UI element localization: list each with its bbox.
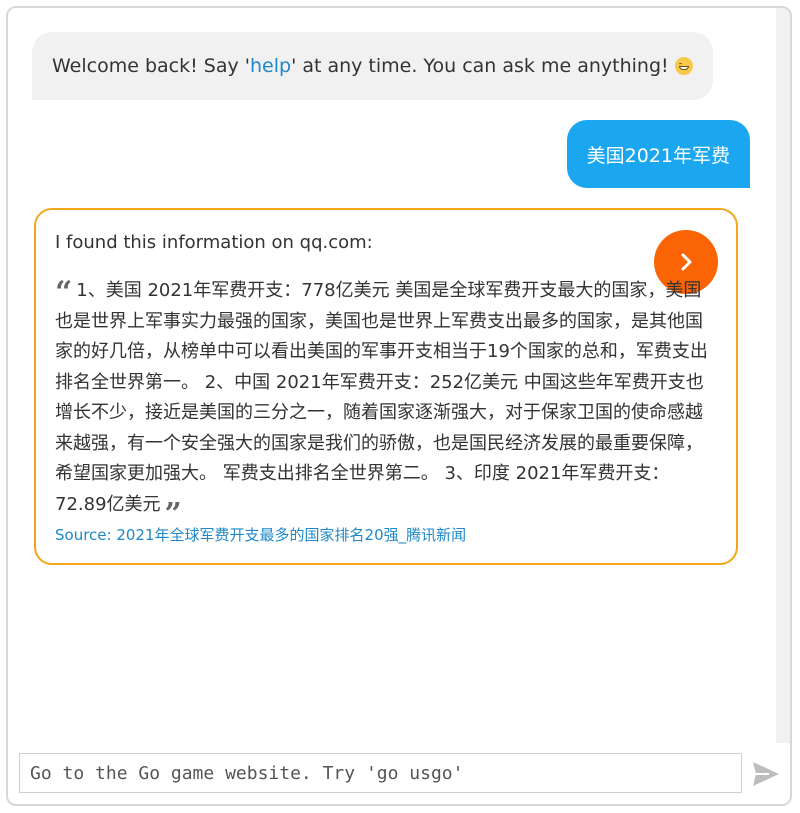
chat-window: Welcome back! Say ' help ' at any time. Yo… xyxy=(6,6,792,806)
paper-plane-icon[interactable] xyxy=(752,761,780,787)
input-area xyxy=(8,743,790,804)
chevron-right-icon xyxy=(681,253,692,271)
answer-card: I found this information on qq.com: “1、美… xyxy=(34,208,738,565)
answer-quote-text: 1、美国 2021年军费开支：778亿美元 美国是全球军费开支最大的国家，美国也… xyxy=(55,280,708,515)
open-quote-icon: “ xyxy=(55,275,73,310)
welcome-text-start: Welcome back! Say ' xyxy=(52,55,250,77)
bot-welcome-message: Welcome back! Say ' help ' at any time. Yo… xyxy=(32,32,713,100)
user-message: 美国2021年军费 xyxy=(566,120,750,188)
scrollbar[interactable] xyxy=(776,8,790,743)
grinning-face-icon xyxy=(674,57,693,75)
source-prefix: Source: xyxy=(55,526,117,544)
source-line: Source: 2021年全球军费开支最多的国家排名20强_腾讯新闻 xyxy=(55,524,466,545)
welcome-text-end: ' at any time. You can ask me anything! xyxy=(291,55,669,77)
source-link[interactable]: 2021年全球军费开支最多的国家排名20强_腾讯新闻 xyxy=(116,526,466,544)
answer-intro: I found this information on qq.com: xyxy=(55,232,373,253)
answer-quote: “1、美国 2021年军费开支：778亿美元 美国是全球军费开支最大的国家，美国… xyxy=(55,275,715,530)
help-keyword: help xyxy=(249,55,292,77)
message-list[interactable]: Welcome back! Say ' help ' at any time. Yo… xyxy=(8,8,778,743)
message-input[interactable] xyxy=(19,753,742,793)
user-message-text: 美国2021年军费 xyxy=(586,144,730,167)
